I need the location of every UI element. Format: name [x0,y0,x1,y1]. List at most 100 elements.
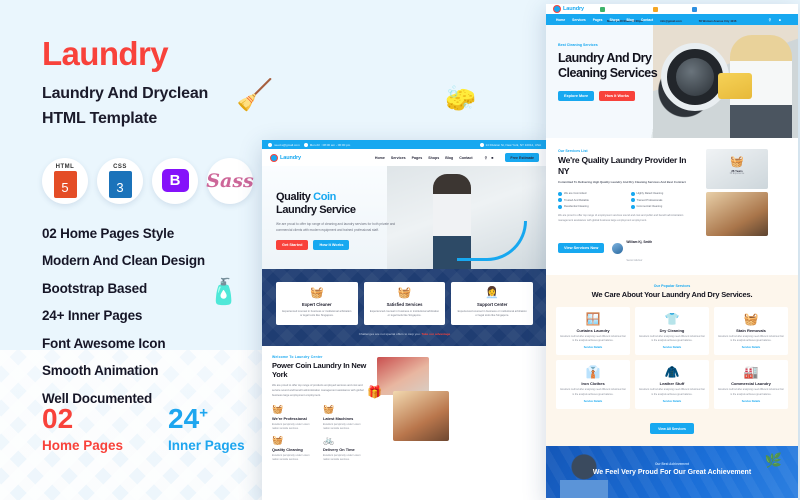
m1-feature-card[interactable]: 👩‍💼 Support Center Experienced counsel i… [451,282,534,325]
m2-view-all-services-button[interactable]: View All Services [650,423,694,435]
m2-how-it-works-button[interactable]: How It Works [599,91,636,101]
m1-about-item-title: We're Professional [272,416,307,422]
m1-hero-title-highlight: Coin [313,191,336,203]
mail-icon [653,6,659,12]
m1-menu-item-home[interactable]: Home [375,156,385,160]
feature-item: Modern And Clean Design [42,253,205,269]
feature-item: Well Documented [42,390,153,406]
m2-service-card[interactable]: 🪟 Curtains Laundry Excellent method afte… [556,307,630,356]
m1-feature-card-desc: Experienced counsel in business or insti… [282,309,352,318]
feature-item: 24+ Inner Pages [42,308,143,324]
m1-logo[interactable]: Laundry [270,153,301,162]
search-icon[interactable]: ⚲ [769,18,771,22]
m2-menu-item-contact[interactable]: Contact [641,18,653,22]
m2-service-link[interactable]: Service Details [560,346,626,349]
m2-experience-badge: 🧺 26 Years Of Experience [715,155,759,175]
m1-feature-card[interactable]: 🧺 Expert Cleaner Experienced counsel in … [276,282,358,325]
m1-menu-item-services[interactable]: Services [391,156,406,160]
stat-inner-pages-label: Inner Pages [168,438,245,453]
expert-cleaner-icon: 🧺 [309,287,324,299]
m2-menu-item-services[interactable]: Services [572,18,586,22]
cart-icon[interactable]: ■ [779,18,781,22]
m2-service-title: Iron Clothes [581,381,605,387]
m1-about-paragraph: We are proud to offer top range of produ… [272,384,364,398]
m2-view-services-button[interactable]: View Services Now [558,243,605,254]
m1-menu-item-blog[interactable]: Blog [445,156,453,160]
m1-topbar-email[interactable]: need.s@gmail.com [268,142,300,147]
m1-menu-item-contact[interactable]: Contact [459,156,472,160]
m2-logo[interactable]: Laundry [553,5,584,13]
avatar [612,242,624,254]
cart-icon[interactable]: ■ [491,156,493,160]
m2-services-section: Our Popular Services We Care About Your … [546,275,798,446]
m2-service-card[interactable]: 👔 Iron Clothes Excellent method after an… [556,360,630,409]
bootstrap-badge: B [152,157,198,204]
m2-achievement-eyebrow: Our Best Achievement [654,461,690,466]
m2-service-desc: Excellent method after analysing need di… [639,335,705,343]
home-page-1-mockup[interactable]: need.s@gmail.com Mon-Fri : 08:00 am - 06… [262,140,547,500]
m1-about-eyebrow: Welcome To Laundry Center [272,354,323,359]
check-icon [558,191,562,196]
m2-service-card[interactable]: 🧺 Stain Removals Excellent method after … [714,307,788,356]
m1-menu-item-shops[interactable]: Shops [428,156,439,160]
m2-service-link[interactable]: Service Details [718,346,784,349]
m1-topbar: need.s@gmail.com Mon-Fri : 08:00 am - 06… [262,140,547,149]
m2-services-eyebrow: Our Popular Services [653,284,691,289]
m2-service-title: Dry Cleaning [659,328,685,334]
m2-explore-more-button[interactable]: Explore More [558,91,595,101]
m1-about-item: 🧺 Latest Machines Excellent perspicuity … [323,405,368,431]
feature-item: Font Awesome Icon [42,335,166,351]
stat-home-pages-number: 02 [42,403,74,434]
m2-about-images: 🧺 26 Years Of Experience [706,149,786,266]
m1-menu-item-pages[interactable]: Pages [412,156,423,160]
m2-menu-item-shops[interactable]: Shops [609,18,619,22]
m2-service-link[interactable]: Service Details [639,346,705,349]
m1-hero-image [387,166,547,269]
m1-about-section: Welcome To Laundry Center Power Coin Lau… [262,346,547,462]
m1-how-it-works-button[interactable]: How It Works [313,240,350,251]
m2-topbar-mail: Email Address info@gmail.com [653,4,682,27]
sass-badge: Sass [206,157,254,204]
m1-hero-title: Quality Coin Laundry Service [276,191,406,217]
m1-about-item: 🧺 Quality Cleaning Excellent perspicuity… [272,436,317,462]
home-page-2-mockup[interactable]: Laundry Office Time Mon - Fri 08:00am-06… [546,4,798,500]
laundry-logo-icon [270,153,278,162]
m1-about-item-desc: Excellent perspicuity under Lorem nation… [323,422,361,430]
sponge-icon: 🧽 [445,85,477,113]
search-icon[interactable]: ⚲ [485,156,488,160]
m2-service-card[interactable]: 👕 Dry Cleaning Excellent method after an… [635,307,709,356]
map-icon [691,6,697,12]
m2-about-ticks: We are Committed Highly Rated Cleaning T… [558,191,699,209]
sass-icon: Sass [206,169,254,192]
m2-service-card[interactable]: 🧥 Leather Stuff Excellent method after a… [635,360,709,409]
m1-about-item-desc: Excellent perspicuity under Lorem nation… [272,422,310,430]
m2-service-link[interactable]: Service Details [718,400,784,403]
css3-badge-top: CSS [113,163,127,170]
m2-service-link[interactable]: Service Details [639,400,705,403]
m1-feature-card[interactable]: 🧺 Satisfied Services Experienced counsel… [363,282,446,325]
envelope-icon [268,142,272,147]
m2-about-section: Our Services List We're Quality Laundry … [546,138,798,276]
m2-signature-name: William Kj. Smith [626,240,653,245]
m2-service-card[interactable]: 🏭 Commercial Laundry Excellent method af… [714,360,788,409]
m1-feature-card-desc: Experienced counsel in business or insti… [369,309,440,318]
m2-tick-item: Trained Professionals [630,198,699,203]
m2-menu-item-home[interactable]: Home [556,18,565,22]
m1-get-started-button[interactable]: Get Started [276,240,309,251]
html5-badge: HTML 5 [42,157,88,204]
m2-service-desc: Excellent method after analysing need di… [718,388,784,396]
m2-menu-item-blog[interactable]: Blog [627,18,634,22]
dry-cleaning-icon: 👕 [664,312,680,327]
m1-note-link[interactable]: Take our advantage [421,332,450,336]
m1-free-estimate-button[interactable]: Free Estimate [505,153,539,162]
m1-feature-card-title: Support Center [476,302,508,307]
m2-topbar-phone: Office Time Mon - Fri 08:00am-06:00pm [600,4,643,27]
m2-menu-item-pages[interactable]: Pages [593,18,603,22]
detergent-bottle-icon: 🧴 [208,278,240,306]
m2-services-more: View All Services [556,417,788,435]
m2-service-link[interactable]: Service Details [560,400,626,403]
m2-hero-buttons: Explore More How It Works [558,91,676,101]
m1-hero-buttons: Get Started How It Works [276,240,406,251]
stat-inner-pages: 24+ Inner Pages [168,405,245,454]
m1-note-text: Challenges are not special offers to sto… [358,331,421,336]
